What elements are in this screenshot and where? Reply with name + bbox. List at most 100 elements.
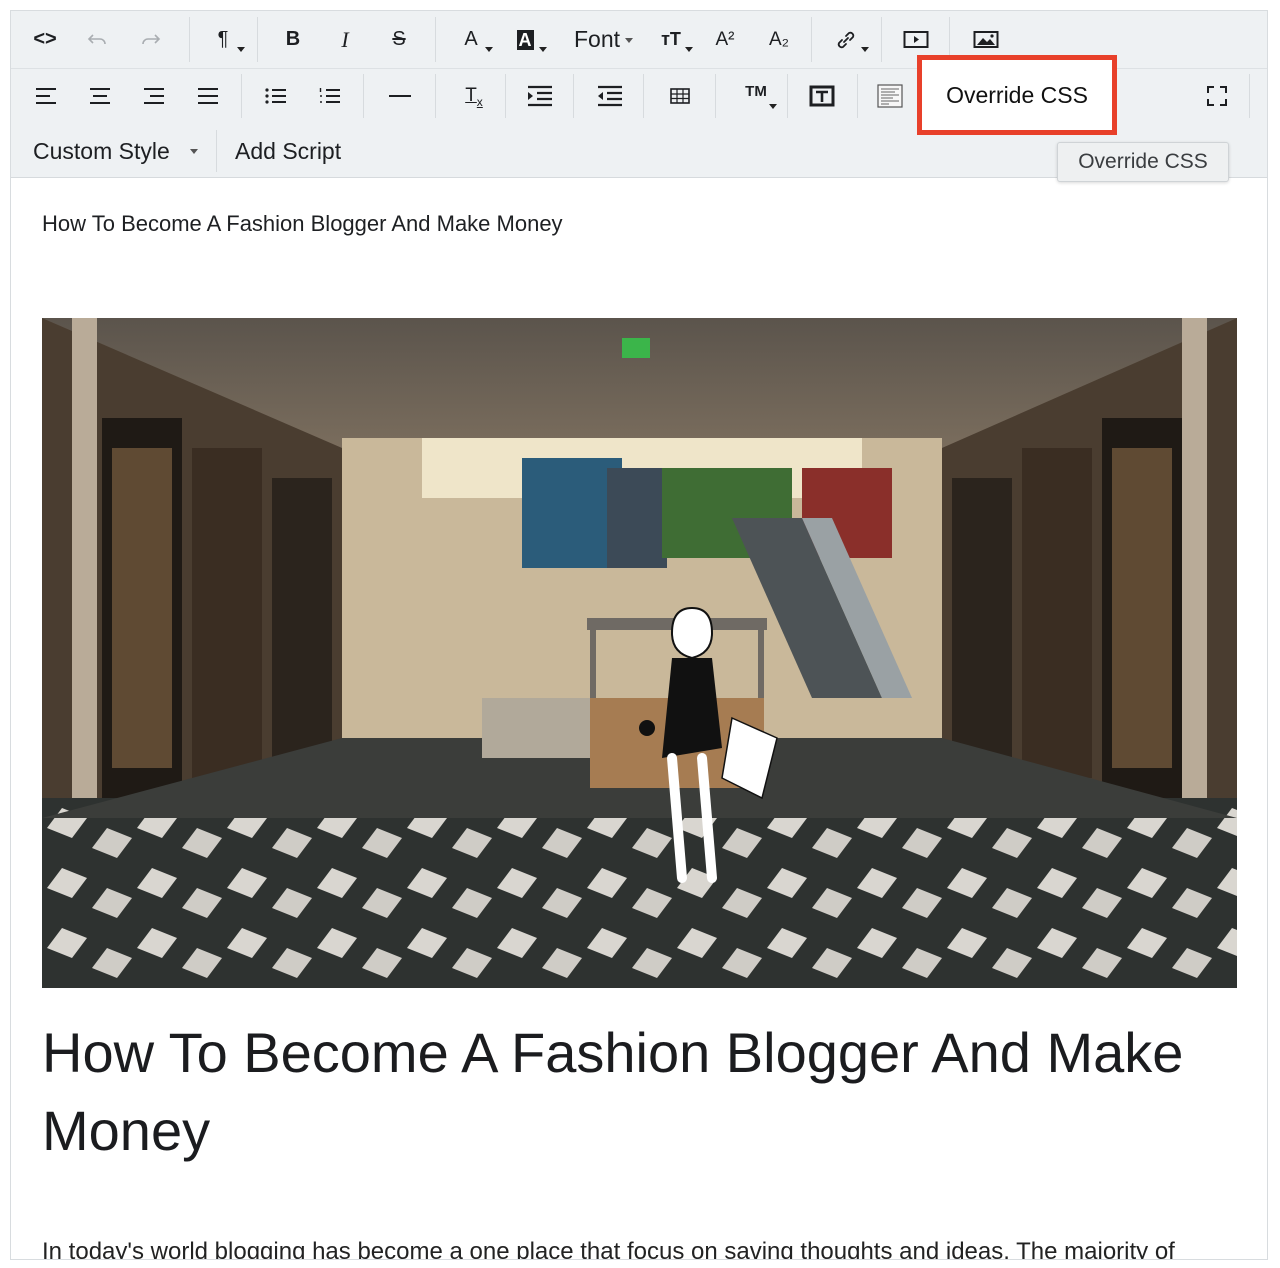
custom-style-label: Custom Style [33, 137, 170, 164]
special-characters-button[interactable]: TM [733, 68, 779, 124]
strikethrough-icon: S [392, 28, 406, 50]
undo-icon [87, 33, 106, 44]
chevron-down-icon [685, 47, 693, 52]
chevron-down-icon [237, 47, 245, 52]
separator [857, 74, 858, 118]
chevron-down-icon [769, 104, 777, 109]
table-icon [670, 88, 690, 104]
html-snippet-button[interactable] [873, 68, 907, 124]
redo-button[interactable] [131, 11, 171, 68]
separator [1249, 74, 1250, 118]
font-size-icon: ᴛT [661, 29, 681, 49]
italic-icon: I [341, 26, 349, 52]
undo-button[interactable] [77, 11, 117, 68]
separator [435, 17, 436, 62]
post-body-first-line: In today's world blogging has become a o… [42, 1238, 1175, 1260]
insert-table-button[interactable] [663, 68, 697, 124]
link-icon [837, 31, 855, 48]
separator [241, 74, 242, 118]
bullet-list-icon [265, 88, 286, 104]
override-css-tooltip: Override CSS [1057, 142, 1229, 182]
numbered-list-icon [319, 88, 340, 103]
highlight-icon: A [516, 29, 534, 50]
separator [715, 74, 716, 118]
fullscreen-button[interactable] [1197, 68, 1237, 124]
subscript-icon: A₂ [768, 28, 790, 50]
insert-link-button[interactable] [823, 11, 869, 68]
strikethrough-button[interactable]: S [379, 11, 419, 68]
insert-embed-button[interactable] [805, 68, 839, 124]
font-family-label: Font [573, 26, 621, 52]
mall-scene-image [42, 318, 1237, 988]
document-code-icon [877, 84, 903, 108]
ordered-list-button[interactable] [315, 68, 345, 124]
horizontal-line-button[interactable] [385, 68, 415, 124]
rich-text-editor: <> ¶ B I S A A Font ᴛT A² A₂ T x TM Cust… [10, 10, 1268, 1260]
code-view-icon: <> [33, 28, 57, 50]
align-left-icon [36, 88, 56, 104]
outdent-button[interactable] [593, 68, 627, 124]
separator [216, 130, 217, 172]
align-center-button[interactable] [85, 68, 115, 124]
tooltip-text: Override CSS [1078, 150, 1208, 173]
indent-button[interactable] [523, 68, 557, 124]
editor-content[interactable]: How To Become A Fashion Blogger And Make… [11, 178, 1267, 1259]
hero-image[interactable] [42, 318, 1237, 988]
align-right-button[interactable] [139, 68, 169, 124]
chevron-down-icon [861, 47, 869, 52]
subscript-button[interactable]: A₂ [759, 11, 799, 68]
clear-formatting-button[interactable]: Tx [457, 68, 491, 124]
align-justify-button[interactable] [193, 68, 223, 124]
align-left-button[interactable] [31, 68, 61, 124]
font-size-button[interactable]: ᴛT [649, 11, 693, 68]
separator [257, 17, 258, 62]
expand-icon [1207, 86, 1227, 106]
add-script-label: Add Script [235, 137, 342, 164]
video-icon [903, 30, 929, 48]
bold-button[interactable]: B [273, 11, 313, 68]
separator [787, 74, 788, 118]
text-box-icon [809, 85, 835, 107]
font-family-dropdown[interactable]: Font [561, 11, 633, 68]
separator [811, 17, 812, 62]
align-center-icon [90, 88, 110, 104]
post-body-text: In today's world blogging has become a o… [42, 1234, 1222, 1260]
clear-format-icon: T [465, 85, 477, 106]
add-script-button[interactable]: Add Script [235, 124, 355, 178]
override-css-button[interactable]: Override CSS [917, 55, 1117, 135]
separator [363, 74, 364, 118]
indent-icon [528, 85, 552, 107]
chevron-down-icon [190, 149, 198, 154]
separator [189, 17, 190, 62]
paragraph-icon: ¶ [217, 28, 229, 50]
italic-button[interactable]: I [325, 11, 365, 68]
separator [643, 74, 644, 118]
paragraph-format-button[interactable]: ¶ [201, 11, 245, 68]
horizontal-line-icon [389, 95, 411, 97]
separator [881, 17, 882, 62]
superscript-icon: A² [715, 28, 735, 50]
font-color-button[interactable]: A [449, 11, 493, 68]
redo-icon [142, 33, 161, 44]
outdent-icon [598, 85, 622, 107]
bold-icon: B [285, 28, 301, 50]
clear-format-x-icon: x [476, 95, 483, 109]
trademark-icon: TM [745, 82, 767, 100]
unordered-list-button[interactable] [261, 68, 291, 124]
code-view-button[interactable]: <> [25, 11, 65, 68]
font-color-icon: A [464, 28, 478, 50]
align-justify-icon [198, 88, 218, 104]
align-right-icon [144, 88, 164, 104]
highlight-color-button[interactable]: A [503, 11, 547, 68]
separator [573, 74, 574, 118]
superscript-button[interactable]: A² [705, 11, 745, 68]
image-icon [973, 30, 999, 48]
chevron-down-icon [539, 47, 547, 52]
post-title-preview: How To Become A Fashion Blogger And Make… [42, 211, 563, 236]
separator [435, 74, 436, 118]
override-css-label: Override CSS [946, 81, 1088, 108]
chevron-down-icon [625, 38, 633, 43]
editor-toolbar: <> ¶ B I S A A Font ᴛT A² A₂ T x TM Cust… [11, 11, 1267, 182]
post-heading: How To Become A Fashion Blogger And Make… [42, 1021, 1184, 1162]
custom-style-dropdown[interactable]: Custom Style [33, 124, 203, 178]
